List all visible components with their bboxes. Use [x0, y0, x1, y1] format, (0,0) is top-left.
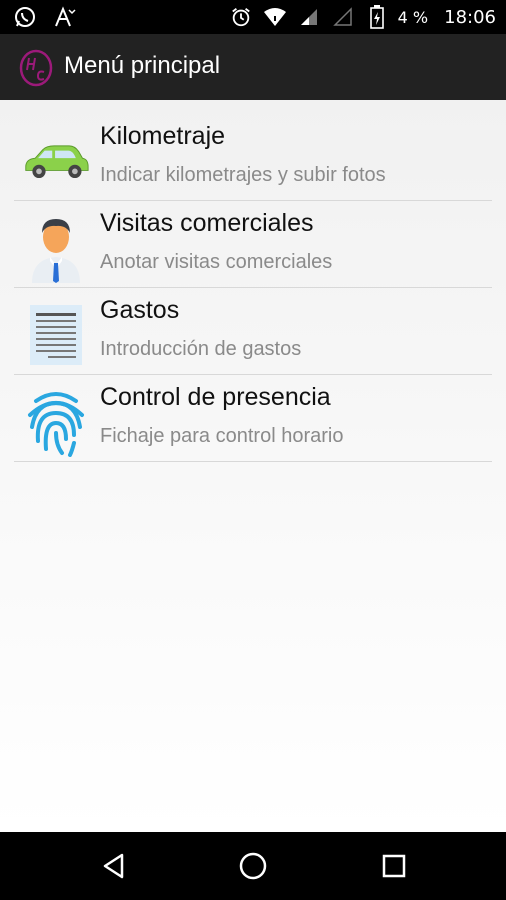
menu-item-kilometraje[interactable]: Kilometraje Indicar kilometrajes y subir…: [14, 114, 492, 201]
menu-item-control-presencia[interactable]: Control de presencia Fichaje para contro…: [14, 375, 492, 462]
clock: 18:06: [444, 6, 496, 28]
recents-icon[interactable]: [378, 850, 410, 882]
signal-icon: [296, 4, 322, 30]
app-bar: Menú principal: [0, 34, 506, 100]
status-bar: 4 % 18:06: [0, 0, 506, 34]
signal-icon: [330, 4, 356, 30]
battery-charging-icon: [364, 4, 390, 30]
menu-item-title: Kilometraje: [100, 122, 226, 150]
menu-item-visitas-comerciales[interactable]: Visitas comerciales Anotar visitas comer…: [14, 201, 492, 288]
wifi-icon: [262, 4, 288, 30]
businessman-icon: [22, 215, 90, 283]
page-title: Menú principal: [64, 52, 221, 79]
navigation-bar: [0, 832, 506, 900]
car-icon: [22, 128, 90, 194]
menu-item-title: Gastos: [100, 296, 180, 324]
document-icon: [22, 302, 90, 368]
menu-item-title: Control de presencia: [100, 383, 331, 411]
battery-percentage: 4 %: [397, 7, 429, 27]
text-size-icon: [52, 4, 78, 30]
main-content: Kilometraje Indicar kilometrajes y subir…: [0, 100, 506, 832]
home-icon[interactable]: [237, 850, 269, 882]
menu-item-subtitle: Indicar kilometrajes y subir fotos: [100, 164, 386, 186]
fingerprint-icon: [22, 389, 90, 457]
menu-item-subtitle: Introducción de gastos: [100, 338, 302, 360]
menu-item-subtitle: Fichaje para control horario: [100, 425, 344, 447]
whatsapp-icon: [12, 4, 38, 30]
menu-item-subtitle: Anotar visitas comerciales: [100, 251, 333, 273]
back-icon[interactable]: [98, 850, 130, 882]
app-logo-icon[interactable]: [18, 48, 54, 88]
menu-list: Kilometraje Indicar kilometrajes y subir…: [14, 114, 492, 462]
menu-item-title: Visitas comerciales: [100, 209, 314, 237]
alarm-icon: [228, 4, 254, 30]
menu-item-gastos[interactable]: Gastos Introducción de gastos: [14, 288, 492, 375]
